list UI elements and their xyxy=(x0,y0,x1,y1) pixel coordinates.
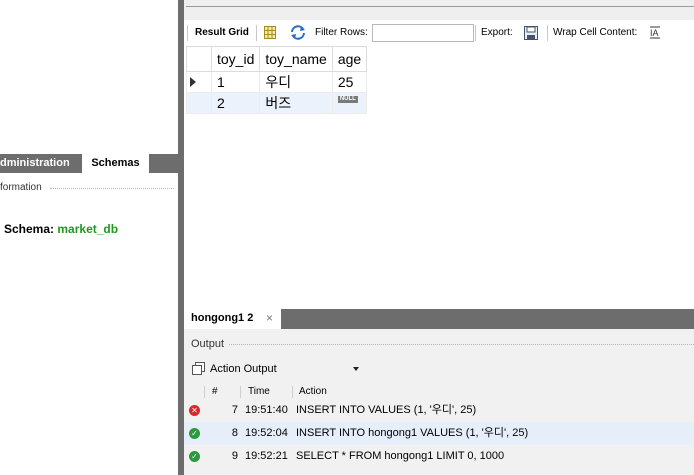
close-icon[interactable]: × xyxy=(266,309,273,328)
output-header: Output xyxy=(191,337,694,351)
result-grid-label[interactable]: Result Grid xyxy=(195,20,249,46)
schema-value: market_db xyxy=(57,222,119,236)
row-number: 7 xyxy=(231,404,238,416)
navigator-area xyxy=(0,0,179,154)
table-cell[interactable]: 1 xyxy=(210,71,261,93)
column-header[interactable]: toy_id xyxy=(210,46,261,72)
null-badge: NULL xyxy=(337,96,358,103)
output-type-value: Action Output xyxy=(210,363,277,375)
row-action: INSERT INTO VALUES (1, '우디', 25) xyxy=(296,404,477,416)
export-label: Export: xyxy=(481,27,513,38)
copy-icon[interactable] xyxy=(192,362,205,375)
row-number: 9 xyxy=(231,450,238,462)
filter-rows-input[interactable] xyxy=(372,24,474,42)
information-title: formation xyxy=(0,182,42,193)
output-row[interactable]: ✕ 7 19:51:40 INSERT INTO VALUES (1, '우디'… xyxy=(184,399,694,422)
column-separator xyxy=(240,386,241,398)
current-row-icon xyxy=(190,77,196,87)
output-row[interactable]: ✓ 9 19:52:21 SELECT * FROM hongong1 LIMI… xyxy=(184,445,694,468)
editor-bottom-edge xyxy=(184,0,694,20)
result-table: toy_id toy_name age 1 우디 25 2 버즈 NULL xyxy=(186,46,368,114)
column-header[interactable]: toy_name xyxy=(259,46,333,72)
toolbar-separator xyxy=(475,25,476,41)
row-number: 8 xyxy=(231,427,238,439)
table-cell[interactable]: NULL xyxy=(331,92,368,114)
wrap-text-icon[interactable]: IA xyxy=(649,26,661,39)
schema-label: Schema: xyxy=(4,222,55,236)
toolbar-separator xyxy=(547,25,548,41)
result-toolbar: Result Grid Filter Rows: Export: Wrap Ce… xyxy=(184,20,694,46)
success-icon: ✓ xyxy=(189,451,200,462)
grid-view-icon[interactable] xyxy=(264,26,276,39)
row-action: INSERT INTO hongong1 VALUES (1, '우디', 25… xyxy=(296,427,529,439)
information-header: formation xyxy=(0,181,178,195)
table-cell[interactable]: 2 xyxy=(210,92,261,114)
left-panel: dministration Schemas formation Schema: … xyxy=(0,0,179,475)
query-tab-bar: hongong1 2 × xyxy=(184,309,694,329)
table-cell[interactable]: 버즈 xyxy=(259,92,333,114)
refresh-icon[interactable] xyxy=(290,25,306,40)
svg-text:IA: IA xyxy=(650,28,659,38)
divider xyxy=(186,6,694,7)
table-row[interactable]: 1 우디 25 xyxy=(186,71,368,93)
tab-administration[interactable]: dministration xyxy=(0,154,82,173)
output-type-select[interactable]: Action Output xyxy=(210,360,360,378)
row-time: 19:52:04 xyxy=(245,427,288,439)
chevron-down-icon xyxy=(353,367,359,371)
column-separator xyxy=(204,386,205,398)
table-cell[interactable]: 우디 xyxy=(259,71,333,93)
success-icon: ✓ xyxy=(189,428,200,439)
row-indicator[interactable] xyxy=(186,92,212,114)
header-divider xyxy=(50,188,174,189)
row-action: SELECT * FROM hongong1 LIMIT 0, 1000 xyxy=(296,450,505,462)
table-header-row: toy_id toy_name age xyxy=(186,46,368,72)
toolbar-separator xyxy=(187,25,188,41)
result-grid: toy_id toy_name age 1 우디 25 2 버즈 NULL xyxy=(184,46,694,309)
output-row[interactable]: ✓ 8 19:52:04 INSERT INTO hongong1 VALUES… xyxy=(184,422,694,445)
filter-rows-label: Filter Rows: xyxy=(315,27,368,38)
sidebar-tab-bar: dministration Schemas xyxy=(0,154,178,173)
query-tab-label: hongong1 2 xyxy=(191,312,254,324)
row-indicator[interactable] xyxy=(186,71,212,93)
query-tab[interactable]: hongong1 2 × xyxy=(184,309,281,329)
table-row[interactable]: 2 버즈 NULL xyxy=(186,92,368,114)
toolbar-separator xyxy=(256,25,257,41)
output-title: Output xyxy=(191,338,225,350)
column-separator xyxy=(292,386,293,398)
error-icon: ✕ xyxy=(189,405,200,416)
table-cell[interactable]: 25 xyxy=(331,71,368,93)
row-indicator-header xyxy=(186,46,212,72)
header-divider xyxy=(229,344,694,345)
column-header[interactable]: age xyxy=(331,46,368,72)
schema-info: Schema: market_db xyxy=(4,222,118,236)
tab-schemas[interactable]: Schemas xyxy=(82,154,149,173)
row-time: 19:51:40 xyxy=(245,404,288,416)
row-time: 19:52:21 xyxy=(245,450,288,462)
wrap-cell-content-label: Wrap Cell Content: xyxy=(553,27,638,38)
export-icon[interactable] xyxy=(524,26,540,41)
output-panel: Output Action Output # Time Action ✕ 7 1… xyxy=(184,329,694,475)
